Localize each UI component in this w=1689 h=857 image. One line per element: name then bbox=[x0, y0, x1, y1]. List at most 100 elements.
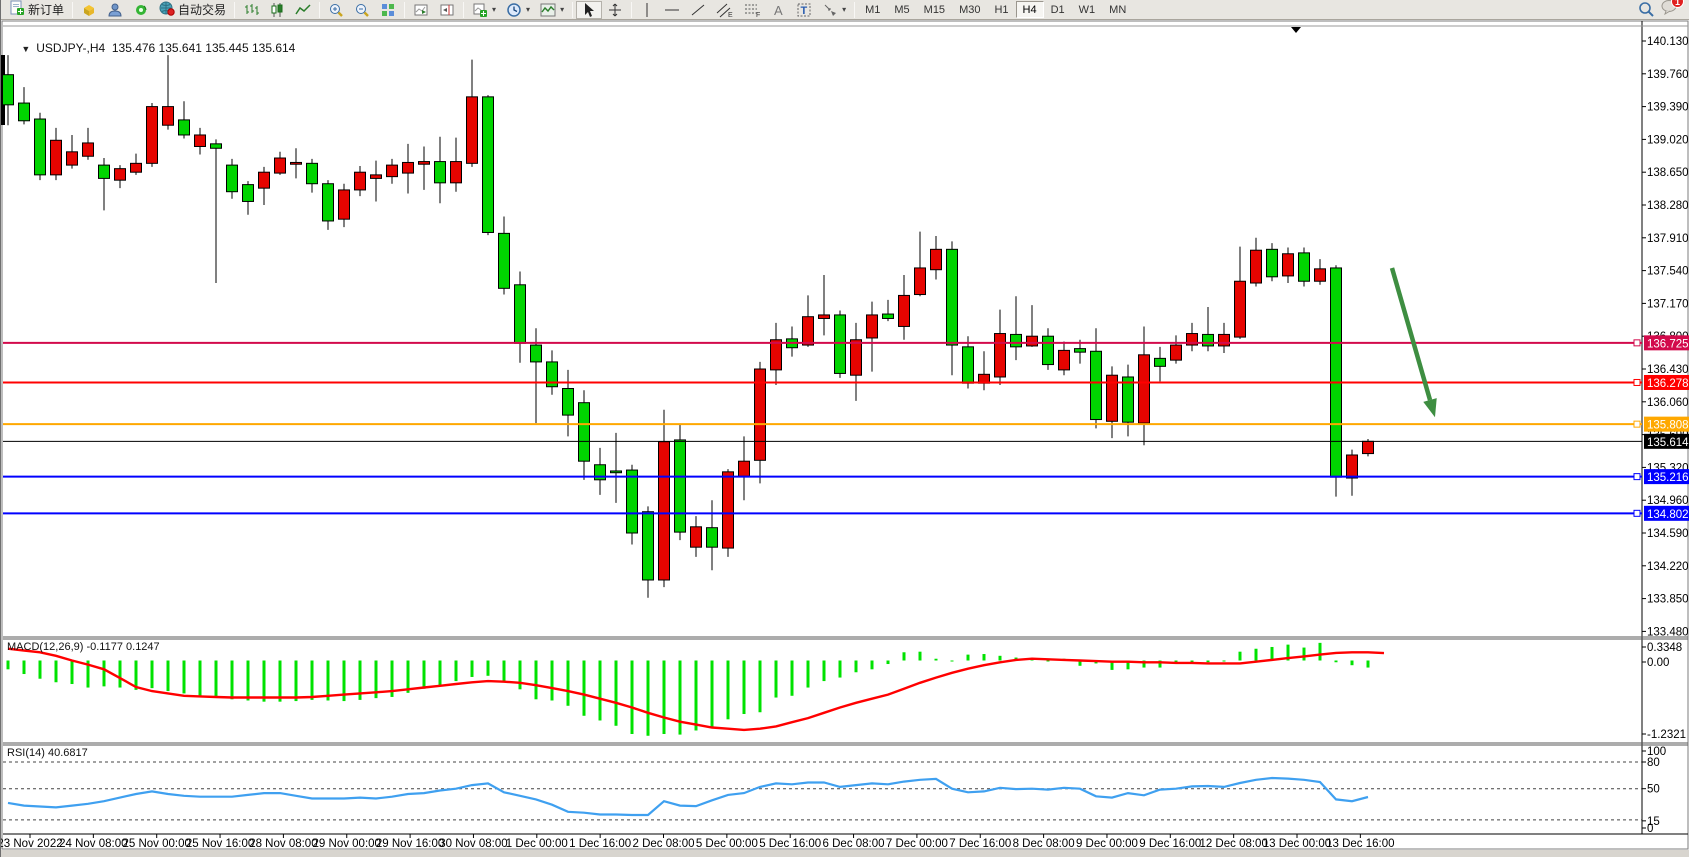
tile-windows-button[interactable] bbox=[375, 1, 401, 19]
candle bbox=[227, 165, 238, 192]
signals-button[interactable] bbox=[128, 1, 154, 19]
macd-bar bbox=[871, 661, 874, 670]
candle bbox=[339, 190, 350, 219]
shapes-button[interactable]: ▾ bbox=[817, 1, 851, 19]
timeframe-button-m1[interactable]: M1 bbox=[858, 1, 887, 18]
macd-bar bbox=[39, 661, 42, 679]
candle bbox=[1043, 336, 1054, 364]
macd-bar bbox=[247, 661, 250, 701]
new-order-icon bbox=[9, 0, 25, 19]
macd-bar bbox=[999, 656, 1002, 661]
chart-shift-button[interactable] bbox=[434, 1, 460, 19]
svg-text:7 Dec 00:00: 7 Dec 00:00 bbox=[886, 838, 948, 850]
vertical-line-button[interactable] bbox=[635, 1, 659, 19]
svg-text:138.280: 138.280 bbox=[1647, 200, 1689, 212]
macd-bar bbox=[807, 661, 810, 688]
fibonacci-button[interactable]: F bbox=[739, 1, 767, 19]
timeframe-button-m5[interactable]: M5 bbox=[887, 1, 916, 18]
candle bbox=[1315, 269, 1326, 281]
candle bbox=[1075, 349, 1086, 353]
macd-bar bbox=[919, 652, 922, 661]
candle bbox=[243, 185, 254, 202]
separator bbox=[854, 2, 855, 18]
svg-text:133.850: 133.850 bbox=[1647, 594, 1689, 606]
new-chart-button[interactable]: ▾ bbox=[467, 1, 501, 19]
candle bbox=[723, 472, 734, 548]
autotrading-label: 自动交易 bbox=[178, 1, 226, 18]
autotrading-button[interactable]: 自动交易 bbox=[154, 1, 231, 19]
timeframe-button-h4[interactable]: H4 bbox=[1016, 1, 1044, 18]
candle bbox=[1203, 334, 1214, 346]
macd-bar bbox=[567, 661, 570, 706]
macd-bar bbox=[1351, 661, 1354, 666]
svg-text:137.910: 137.910 bbox=[1647, 233, 1689, 245]
current-price-label: 135.614 bbox=[1644, 434, 1689, 449]
new-order-button[interactable]: 新订单 bbox=[4, 1, 69, 19]
svg-text:29 Nov 00:00: 29 Nov 00:00 bbox=[313, 838, 381, 850]
quotes-button[interactable] bbox=[76, 1, 102, 19]
chat-button[interactable]: 1 bbox=[1661, 0, 1679, 20]
macd-bar bbox=[599, 661, 602, 721]
channel-button[interactable]: E bbox=[711, 1, 739, 19]
bars-chart-button[interactable] bbox=[238, 1, 264, 19]
svg-text:5 Dec 00:00: 5 Dec 00:00 bbox=[696, 838, 758, 850]
candle bbox=[1363, 441, 1374, 453]
zoom-out-button[interactable] bbox=[349, 1, 375, 19]
candle bbox=[115, 169, 126, 181]
svg-text:50: 50 bbox=[1647, 784, 1660, 796]
candle bbox=[403, 162, 414, 173]
svg-text:-1.2321: -1.2321 bbox=[1647, 729, 1686, 741]
svg-text:24 Nov 08:00: 24 Nov 08:00 bbox=[59, 838, 127, 850]
macd-bar bbox=[455, 661, 458, 682]
candle bbox=[179, 120, 190, 135]
horizontal-line-button[interactable] bbox=[659, 1, 685, 19]
cursor-button[interactable] bbox=[576, 1, 602, 19]
candle bbox=[1139, 355, 1150, 423]
chevron-down-icon: ▾ bbox=[492, 5, 496, 14]
candle bbox=[1219, 334, 1230, 346]
search-icon[interactable] bbox=[1638, 1, 1655, 18]
candle bbox=[995, 334, 1006, 377]
profiles-button[interactable]: ▾ bbox=[501, 1, 535, 19]
zoom-in-button[interactable] bbox=[323, 1, 349, 19]
chart-canvas[interactable]: 140.130139.760139.390139.020138.650138.2… bbox=[1, 0, 1689, 857]
macd-bar bbox=[167, 661, 170, 692]
svg-text:135.614: 135.614 bbox=[1647, 437, 1689, 449]
line-chart-button[interactable] bbox=[290, 1, 316, 19]
candle bbox=[1299, 253, 1310, 281]
candle bbox=[211, 144, 222, 148]
svg-text:0.3348: 0.3348 bbox=[1647, 642, 1682, 654]
separator bbox=[463, 2, 464, 18]
trendline-button[interactable] bbox=[685, 1, 711, 19]
text-button[interactable]: A bbox=[767, 1, 791, 19]
macd-bar bbox=[1047, 661, 1050, 662]
candle bbox=[307, 163, 318, 183]
macd-bar bbox=[663, 661, 666, 735]
timeframe-button-d1[interactable]: D1 bbox=[1044, 1, 1072, 18]
svg-text:8 Dec 08:00: 8 Dec 08:00 bbox=[1013, 838, 1075, 850]
candle bbox=[1059, 350, 1070, 370]
chart-frame bbox=[1, 21, 1689, 857]
autoscroll-button[interactable] bbox=[408, 1, 434, 19]
crosshair-button[interactable] bbox=[602, 1, 628, 19]
svg-text:136.060: 136.060 bbox=[1647, 397, 1689, 409]
candle bbox=[931, 249, 942, 269]
macd-bar bbox=[727, 661, 730, 720]
svg-text:136.278: 136.278 bbox=[1647, 378, 1689, 390]
timeframe-button-m15[interactable]: M15 bbox=[917, 1, 952, 18]
timeframe-button-mn[interactable]: MN bbox=[1102, 1, 1133, 18]
svg-text:135.808: 135.808 bbox=[1647, 420, 1689, 432]
svg-text:F: F bbox=[756, 12, 760, 18]
navigator-button[interactable] bbox=[102, 1, 128, 19]
label-button[interactable]: T bbox=[791, 1, 817, 19]
candles-chart-button[interactable] bbox=[264, 1, 290, 19]
timeframe-button-m30[interactable]: M30 bbox=[952, 1, 987, 18]
candle bbox=[883, 314, 894, 318]
candle bbox=[387, 165, 398, 177]
signals-icon bbox=[133, 2, 149, 18]
timeframe-button-h1[interactable]: H1 bbox=[987, 1, 1015, 18]
timeframe-button-w1[interactable]: W1 bbox=[1072, 1, 1103, 18]
chart-type-button[interactable]: ▾ bbox=[535, 1, 569, 19]
svg-text:139.020: 139.020 bbox=[1647, 134, 1689, 146]
macd-bar bbox=[791, 661, 794, 696]
